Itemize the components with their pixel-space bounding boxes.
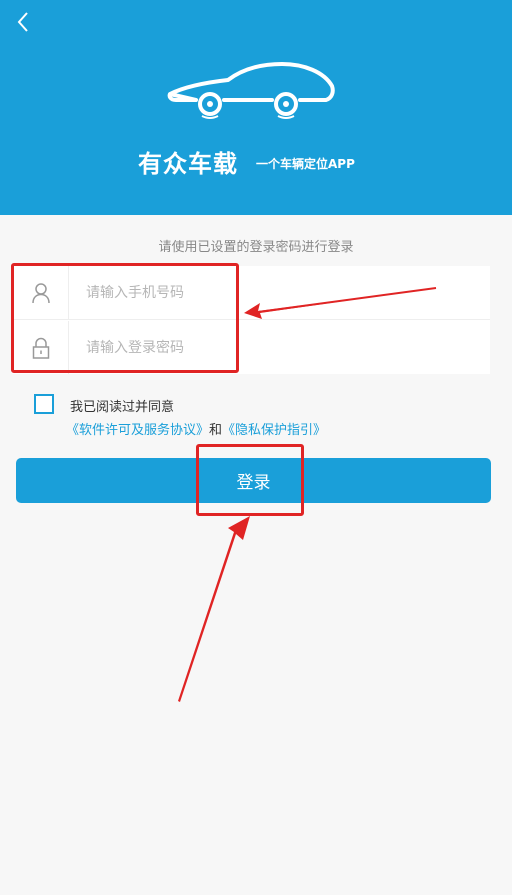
agreement-links: 《软件许可及服务协议》和《隐私保护指引》 [66,419,326,438]
brand-name: 有众车载 [138,150,238,178]
header-banner: 有众车载 一个车辆定位APP [0,0,512,215]
annotation-arrow-login [178,516,250,702]
lock-icon [32,337,50,359]
user-icon [32,283,50,304]
login-button[interactable]: 登录 [16,458,491,503]
password-field-row [12,321,490,374]
agreement-checkbox[interactable] [34,394,54,414]
password-input[interactable] [86,335,466,361]
license-agreement-link[interactable]: 《软件许可及服务协议》 [66,423,209,438]
phone-field-icon [12,266,69,319]
brand-slogan: 一个车辆定位APP [256,157,355,171]
chevron-left-icon [17,12,28,32]
agreement-connector: 和 [209,423,223,438]
login-form [12,266,490,374]
login-hint: 请使用已设置的登录密码进行登录 [158,240,354,255]
agreement-text: 我已阅读过并同意 [70,400,175,415]
password-field-icon [12,321,69,374]
phone-field-row [12,266,490,320]
phone-input[interactable] [86,280,466,306]
back-button[interactable] [12,8,36,36]
car-icon [167,62,335,119]
privacy-policy-link[interactable]: 《隐私保护指引》 [222,423,326,438]
